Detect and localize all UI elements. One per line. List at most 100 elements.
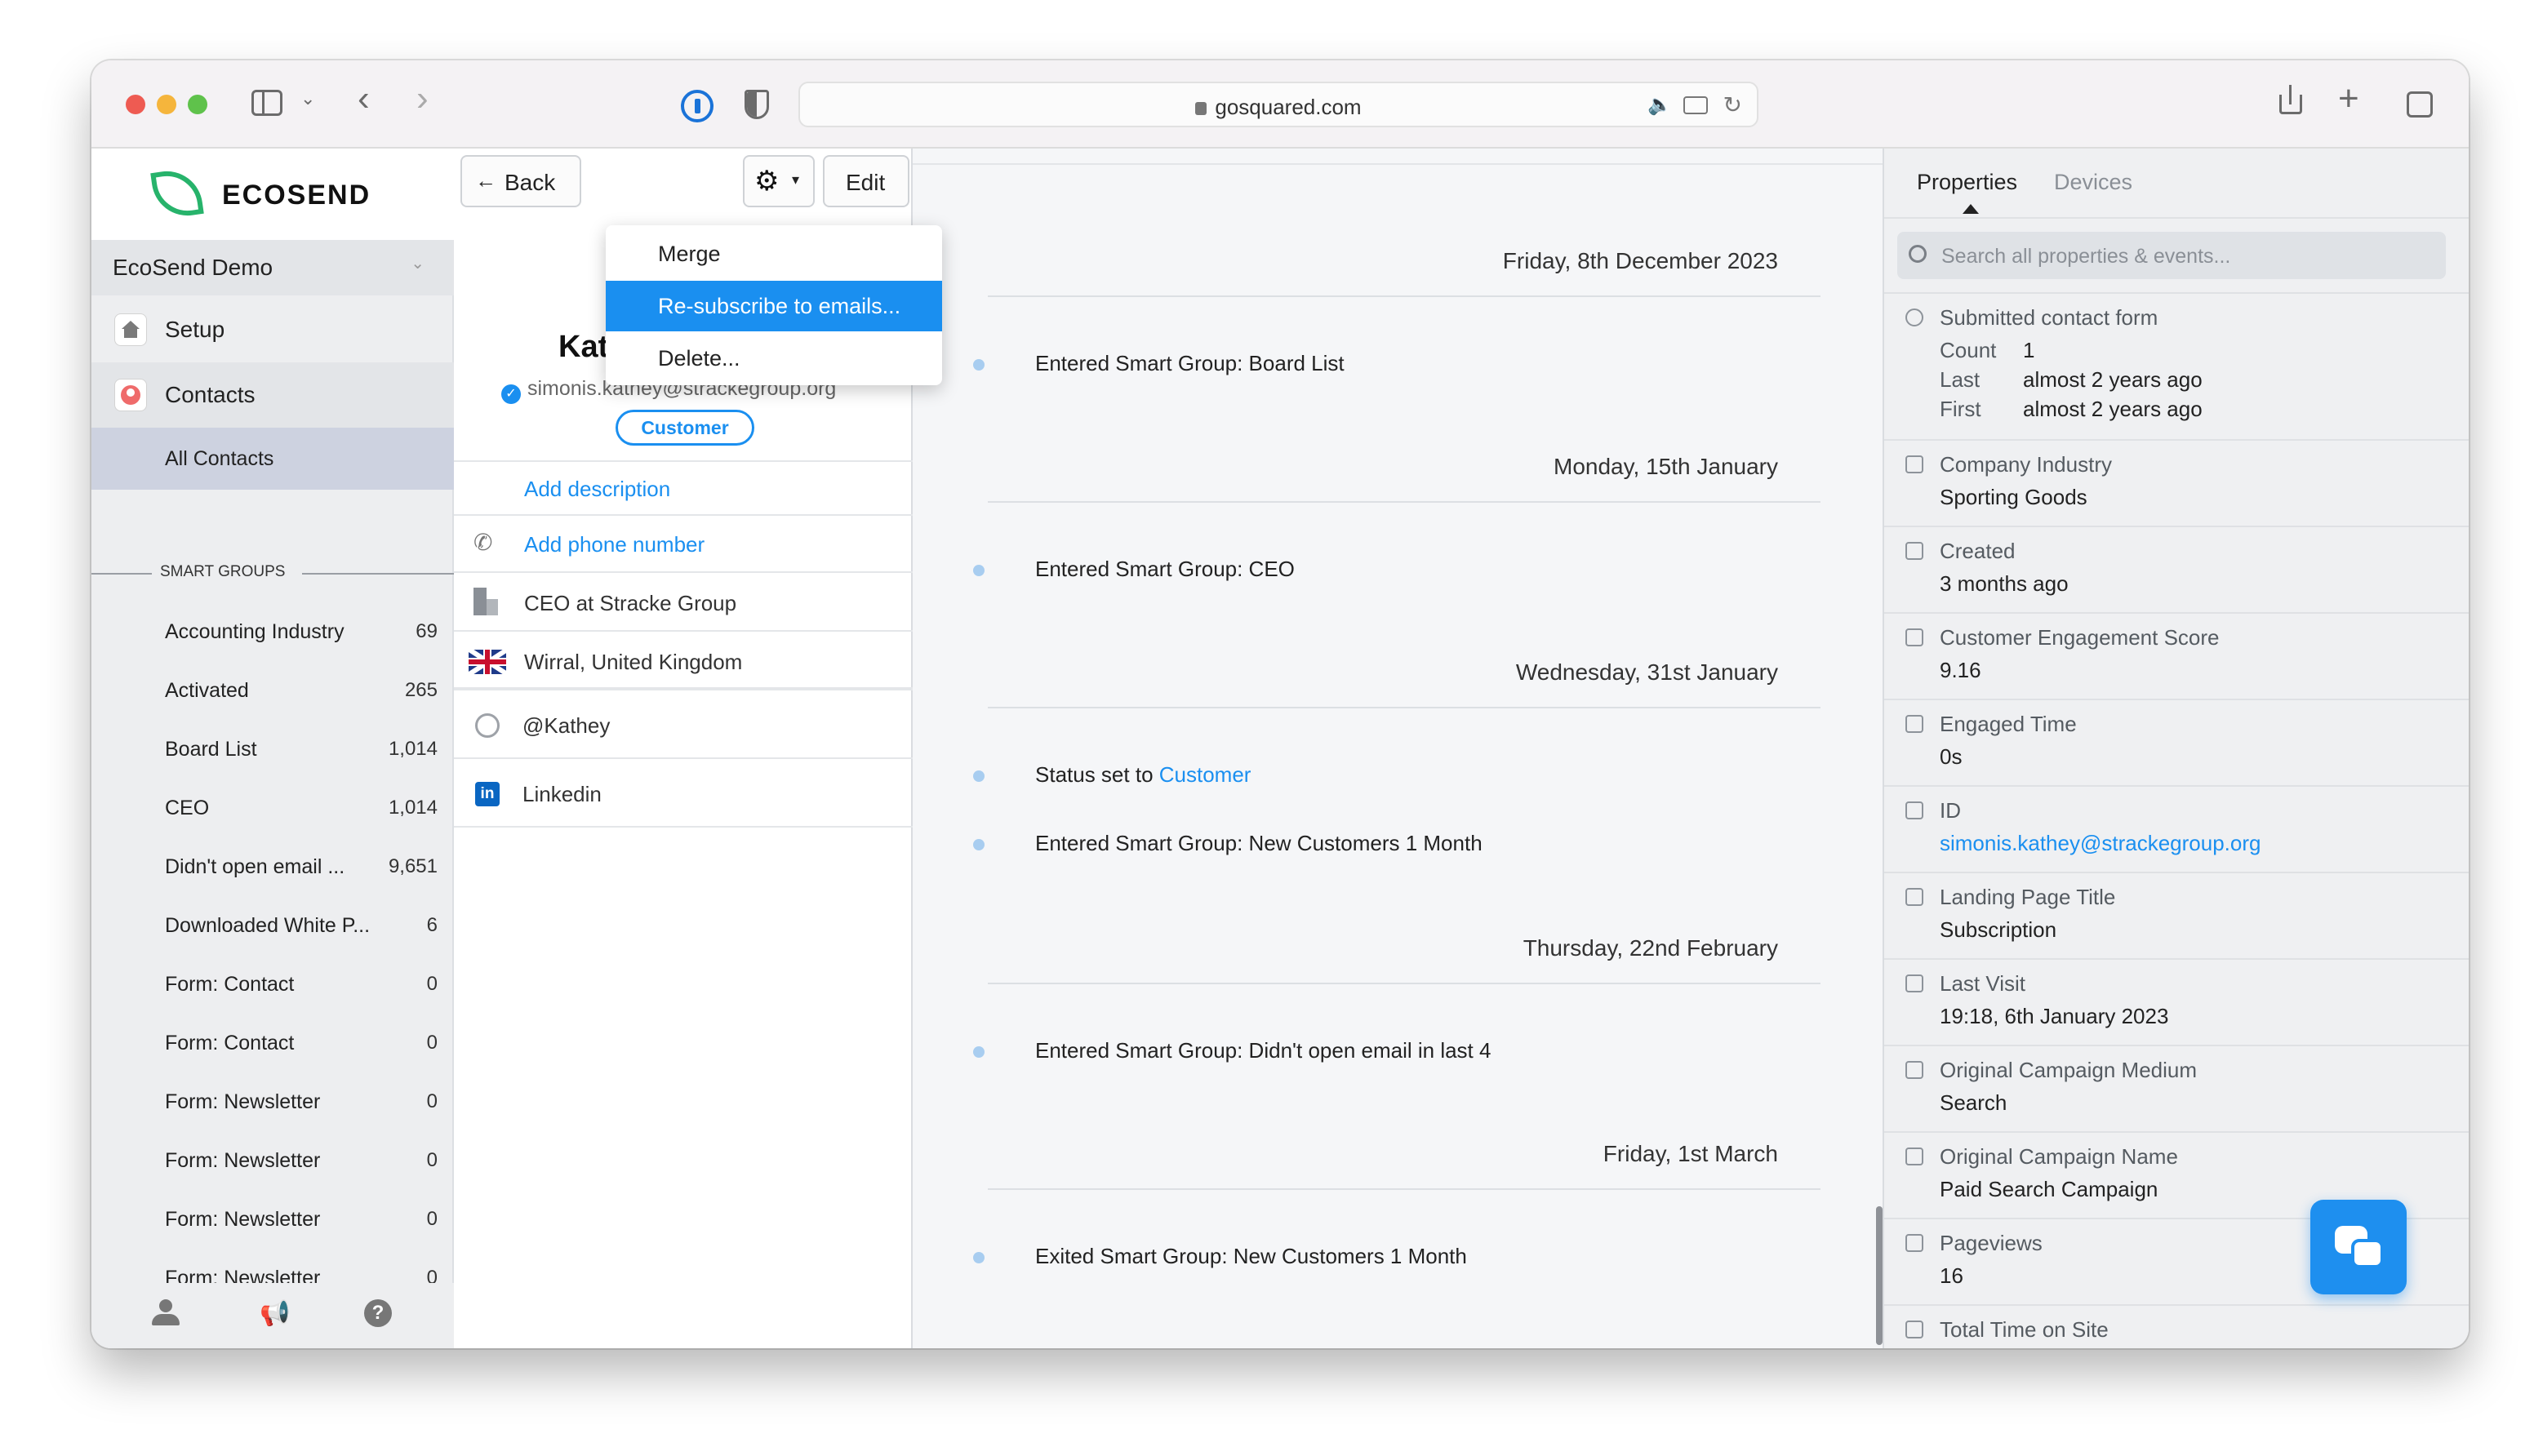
tab-devices[interactable]: Devices — [2054, 170, 2132, 195]
property-company-industry: Company Industry Sporting Goods — [1884, 441, 2469, 527]
smart-group-item[interactable]: Form: Contact 0 — [91, 1014, 454, 1072]
text-field-icon — [1905, 801, 1923, 819]
phone-icon: ✆ — [473, 530, 493, 555]
timeline-date: Monday, 15th January — [1554, 454, 1778, 479]
menu-item-resubscribe[interactable]: Re-subscribe to emails... — [606, 281, 942, 331]
timeline-event: Status set to Customer — [1035, 762, 1251, 787]
forward-arrow-icon[interactable]: › — [416, 78, 429, 119]
smart-group-item[interactable]: Accounting Industry 69 — [91, 602, 454, 661]
event-dot-icon — [973, 359, 985, 371]
audio-speaker-icon[interactable]: 🔈 — [1647, 93, 1672, 117]
scrollbar-thumb[interactable] — [1876, 1206, 1883, 1345]
sidebar-item-label: Contacts — [165, 382, 256, 407]
location-row: Wirral, United Kingdom — [454, 632, 913, 690]
event-dot-icon — [973, 565, 985, 576]
properties-panel: Properties Devices Search all properties… — [1883, 149, 2469, 1348]
new-tab-icon[interactable]: + — [2338, 78, 2359, 119]
sidebar: ECOSEND EcoSend Demo ⌄ Setup Contacts Al… — [91, 149, 454, 1348]
property-engagement-score: Customer Engagement Score 9.16 — [1884, 614, 2469, 700]
property-total-time: Total Time on Site — [1884, 1306, 2469, 1348]
home-icon — [114, 313, 147, 346]
translate-icon[interactable] — [1683, 96, 1708, 114]
megaphone-icon[interactable]: 📢 — [260, 1299, 290, 1328]
timeline-event: Entered Smart Group: Didn't open email i… — [1035, 1038, 1492, 1063]
active-tab-indicator — [1963, 204, 1979, 214]
sidebar-footer: 📢 ? — [91, 1283, 454, 1348]
smart-group-item[interactable]: Form: Newsletter 0 — [91, 1131, 454, 1190]
minimize-window-button[interactable] — [157, 95, 176, 114]
arrow-left-icon: ← — [475, 168, 496, 193]
status-badge[interactable]: Customer — [616, 410, 754, 446]
property-id: ID simonis.kathey@strackegroup.org — [1884, 787, 2469, 873]
event-icon — [1905, 309, 1923, 326]
password-manager-icon[interactable] — [681, 90, 714, 122]
property-last-visit: Last Visit 19:18, 6th January 2023 — [1884, 960, 2469, 1046]
chevron-down-icon[interactable]: ⌄ — [300, 88, 315, 109]
linkedin-row[interactable]: in Linkedin — [454, 759, 913, 828]
add-description-link[interactable]: Add description — [454, 460, 913, 516]
smart-group-item[interactable]: Activated 265 — [91, 661, 454, 720]
smart-group-item[interactable]: CEO 1,014 — [91, 779, 454, 837]
lock-icon — [1195, 102, 1207, 115]
id-link[interactable]: simonis.kathey@strackegroup.org — [1940, 831, 2261, 856]
help-icon[interactable]: ? — [364, 1299, 392, 1327]
globe-icon — [475, 713, 500, 738]
sidebar-item-label: All Contacts — [165, 447, 274, 470]
number-field-icon — [1905, 1321, 1923, 1338]
menu-item-delete[interactable]: Delete... — [606, 333, 942, 384]
add-phone-link[interactable]: ✆ Add phone number — [454, 516, 913, 573]
text-field-icon — [1905, 455, 1923, 473]
smart-group-item[interactable]: Form: Newsletter 0 — [91, 1072, 454, 1131]
settings-menu-button[interactable]: ⚙ ▾ — [743, 155, 815, 207]
properties-search-input[interactable]: Search all properties & events... — [1897, 232, 2446, 279]
smart-group-item[interactable]: Board List 1,014 — [91, 720, 454, 779]
timeline-date: Friday, 8th December 2023 — [1502, 248, 1778, 273]
event-dot-icon — [973, 770, 985, 782]
smart-group-item[interactable]: Didn't open email ... 9,651 — [91, 837, 454, 896]
back-arrow-icon[interactable]: ‹ — [358, 78, 370, 119]
leaf-logo-icon — [150, 166, 204, 220]
address-bar[interactable]: gosquared.com 🔈 ↻ — [798, 82, 1758, 127]
contacts-icon — [114, 379, 147, 411]
event-dot-icon — [973, 839, 985, 850]
sidebar-item-label: Setup — [165, 317, 225, 342]
tab-overview-icon[interactable] — [2407, 91, 2433, 118]
text-field-icon — [1905, 1061, 1923, 1079]
smart-group-item[interactable]: Form: Contact 0 — [91, 955, 454, 1014]
sidebar-item-all-contacts[interactable]: All Contacts — [91, 428, 454, 490]
smart-group-item[interactable]: Downloaded White P... 6 — [91, 896, 454, 955]
number-field-icon — [1905, 1234, 1923, 1252]
maximize-window-button[interactable] — [188, 95, 207, 114]
menu-item-merge[interactable]: Merge — [606, 229, 942, 279]
back-button[interactable]: ← Back — [460, 155, 581, 207]
text-field-icon — [1905, 888, 1923, 906]
smart-group-item[interactable]: Form: Newsletter 0 — [91, 1190, 454, 1249]
properties-tabs: Properties Devices — [1884, 149, 2469, 219]
chat-launcher-button[interactable] — [2310, 1200, 2407, 1294]
text-field-icon — [1905, 1147, 1923, 1165]
linkedin-icon: in — [475, 782, 500, 806]
handle-row[interactable]: @Kathey — [454, 692, 913, 759]
sidebar-item-contacts[interactable]: Contacts — [91, 362, 454, 428]
close-window-button[interactable] — [126, 95, 145, 114]
caret-down-icon: ▾ — [792, 171, 800, 188]
user-icon[interactable] — [152, 1299, 180, 1329]
shield-icon[interactable] — [745, 90, 769, 119]
event-dot-icon — [973, 1252, 985, 1263]
search-icon — [1909, 245, 1927, 263]
status-link[interactable]: Customer — [1159, 762, 1251, 787]
workspace-selector[interactable]: EcoSend Demo ⌄ — [91, 240, 454, 295]
number-field-icon — [1905, 628, 1923, 646]
event-dot-icon — [973, 1046, 985, 1058]
tab-properties[interactable]: Properties — [1917, 170, 2017, 195]
property-landing-page-title: Landing Page Title Subscription — [1884, 873, 2469, 960]
share-icon[interactable] — [2279, 85, 2302, 114]
logo-area: ECOSEND — [91, 149, 454, 240]
url-text: gosquared.com — [800, 95, 1757, 120]
job-row: CEO at Stracke Group — [454, 573, 913, 632]
sidebar-toggle-icon[interactable] — [251, 90, 282, 116]
sidebar-item-setup[interactable]: Setup — [91, 297, 454, 362]
edit-button[interactable]: Edit — [823, 155, 909, 207]
reload-icon[interactable]: ↻ — [1723, 91, 1742, 118]
chevron-down-icon: ⌄ — [411, 255, 425, 273]
